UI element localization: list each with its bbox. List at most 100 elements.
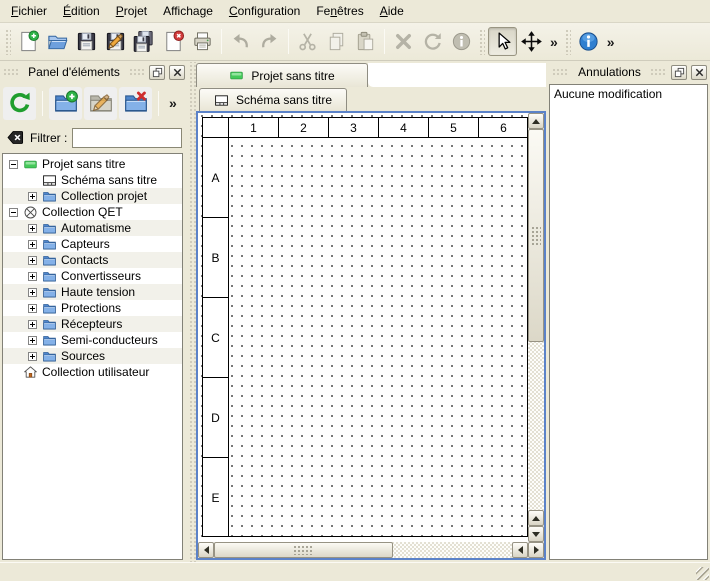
tree-item[interactable]: Projet sans titre [3,156,182,172]
expand-plus-icon[interactable] [28,272,37,281]
new-project-button[interactable] [14,27,43,56]
tree-item[interactable]: Haute tension [3,284,182,300]
scroll-down-button[interactable] [528,526,544,542]
tab-schema[interactable]: Schéma sans titre [199,88,347,111]
horizontal-scroll-thumb[interactable] [214,542,393,558]
expand-plus-icon[interactable] [28,256,37,265]
tree-item[interactable]: Collection QET [3,204,182,220]
vertical-scroll-track[interactable] [528,129,544,510]
toolbar-overflow-button[interactable]: » [165,95,181,111]
expand-plus-icon[interactable] [28,224,37,233]
tree-item[interactable]: Capteurs [3,236,182,252]
scroll-up-button[interactable] [528,113,544,129]
document-open-icon [46,30,69,53]
save-all-button[interactable] [130,27,159,56]
rotate-button[interactable] [418,27,447,56]
properties-button[interactable] [447,27,476,56]
toolbar-overflow-button[interactable]: » [603,34,619,50]
properties-icon [450,30,473,53]
filter-input[interactable] [72,128,182,148]
folder-icon [42,237,57,252]
menu-affichage[interactable]: Affichage [155,1,221,21]
expand-plus-icon[interactable] [28,192,37,201]
tree-item[interactable]: Contacts [3,252,182,268]
tree-item[interactable]: Sources [3,348,182,364]
elements-panel-toolbar: » [0,82,188,124]
expander-slot [28,332,41,348]
expand-plus-icon[interactable] [28,304,37,313]
tree-item[interactable]: Collection projet [3,188,182,204]
rotate-icon [421,30,444,53]
resize-grip[interactable] [696,567,709,580]
tree-item[interactable]: Semi-conducteurs [3,332,182,348]
expand-plus-icon[interactable] [28,320,37,329]
float-icon [152,67,163,78]
tree-item[interactable]: Collection utilisateur [3,364,182,380]
toolbar-row: » » [0,23,710,61]
toolbar-separator [221,29,222,54]
delete-category-button[interactable] [119,87,152,120]
undo-button[interactable] [226,27,255,56]
diagram-canvas[interactable]: 123456ABCDE [198,113,528,542]
about-button[interactable] [574,27,603,56]
cut-button[interactable] [293,27,322,56]
dock-texture [650,68,667,76]
delete-button[interactable] [389,27,418,56]
toolbar-handle[interactable] [565,29,571,55]
tree-item[interactable]: Protections [3,300,182,316]
print-button[interactable] [188,27,217,56]
toolbar-handle[interactable] [5,29,11,55]
document-new-icon [17,30,40,53]
paste-icon [354,30,377,53]
expander-slot [28,172,41,188]
save-as-button[interactable] [101,27,130,56]
menu-projet[interactable]: Projet [108,1,155,21]
edit-category-button[interactable] [84,87,117,120]
expand-plus-icon[interactable] [28,336,37,345]
menu-fenetres[interactable]: Fenêtres [308,1,371,21]
float-dock-button[interactable] [149,65,165,80]
scroll-left-button-2[interactable] [512,542,528,558]
tree-item[interactable]: Convertisseurs [3,268,182,284]
close-dock-button[interactable] [169,65,185,80]
paste-button[interactable] [351,27,380,56]
tree-item[interactable]: Récepteurs [3,316,182,332]
float-dock-button[interactable] [671,65,687,80]
expand-plus-icon[interactable] [28,352,37,361]
horizontal-scroll-track[interactable] [214,542,512,558]
expand-plus-icon[interactable] [28,288,37,297]
undo-list-item[interactable]: Aucune modification [550,85,707,103]
reload-collections-button[interactable] [3,87,36,120]
toolbar-overflow-button[interactable]: » [546,34,562,50]
tree-item[interactable]: Automatisme [3,220,182,236]
scroll-up-button-2[interactable] [528,510,544,526]
tree-item[interactable]: Schéma sans titre [3,172,182,188]
select-tool-button[interactable] [488,27,517,56]
redo-button[interactable] [255,27,284,56]
menu-edition[interactable]: Édition [55,1,108,21]
collapse-minus-icon[interactable] [9,208,18,217]
save-button[interactable] [72,27,101,56]
move-tool-button[interactable] [517,27,546,56]
clear-filter-button[interactable] [6,128,25,147]
open-button[interactable] [43,27,72,56]
expand-plus-icon[interactable] [28,240,37,249]
menu-aide[interactable]: Aide [372,1,412,21]
scroll-right-button[interactable] [528,542,544,558]
close-dock-button[interactable] [691,65,707,80]
horizontal-scrollbar [198,542,544,558]
toolbar-handle[interactable] [479,29,485,55]
collapse-minus-icon[interactable] [9,160,18,169]
dock-splitter-left[interactable] [188,62,196,562]
selection-arrow-icon [491,30,514,53]
tab-bar-filler [368,63,546,87]
scroll-left-button[interactable] [198,542,214,558]
undo-icon [229,30,252,53]
tab-project[interactable]: Projet sans titre [196,63,368,87]
vertical-scroll-thumb[interactable] [528,129,544,342]
menu-configuration[interactable]: Configuration [221,1,308,21]
close-file-button[interactable] [159,27,188,56]
menu-fichier[interactable]: Fichier [3,1,55,21]
copy-button[interactable] [322,27,351,56]
new-category-button[interactable] [49,87,82,120]
